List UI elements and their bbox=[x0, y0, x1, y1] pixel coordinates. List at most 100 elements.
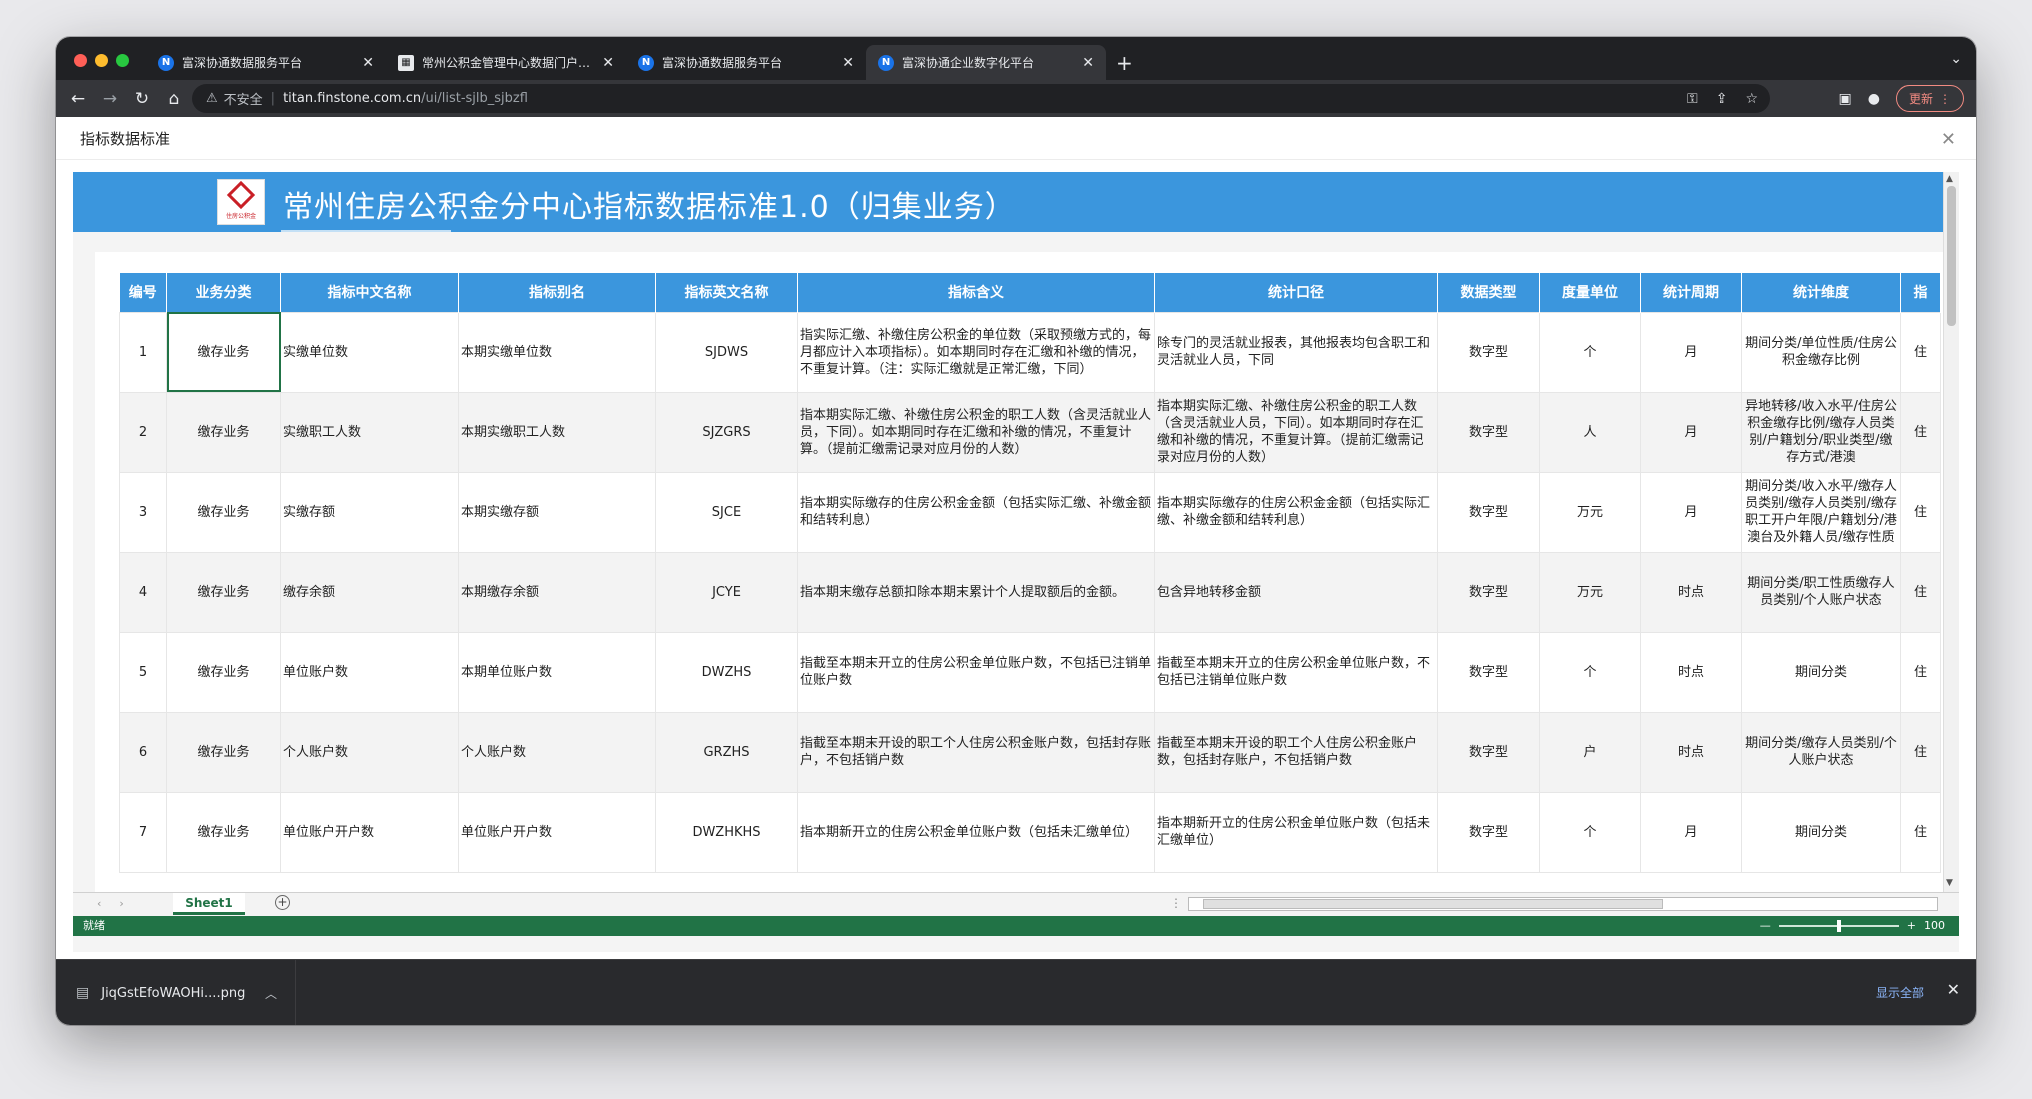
cell-extra[interactable]: 住 bbox=[1900, 471, 1941, 553]
sheet-prev-icon[interactable]: ‹ bbox=[97, 897, 119, 910]
cell-alias[interactable]: 本期实缴存额 bbox=[458, 471, 656, 553]
cell-dtype[interactable]: 数字型 bbox=[1437, 551, 1540, 633]
browser-tab[interactable]: N 富深协通企业数字化平台 ✕ bbox=[866, 45, 1106, 80]
cell-dimension[interactable]: 期间分类/收入水平/缴存人员类别/缴存人员类别/缴存职工开户年限/户籍划分/港澳… bbox=[1741, 471, 1901, 553]
cell-alias[interactable]: 个人账户数 bbox=[458, 711, 656, 793]
cell-caliber[interactable]: 指截至本期末开立的住房公积金单位账户数，不包括已注销单位账户数 bbox=[1154, 631, 1438, 713]
cell-meaning[interactable]: 指本期末缴存总额扣除本期末累计个人提取额后的金额。 bbox=[797, 551, 1155, 633]
close-window-button[interactable] bbox=[74, 54, 87, 67]
close-downloads-icon[interactable]: ✕ bbox=[1947, 980, 1960, 999]
update-button[interactable]: 更新 ⋮ bbox=[1895, 85, 1964, 112]
cell-category[interactable]: 缴存业务 bbox=[166, 471, 281, 553]
cell-en-name[interactable]: SJZGRS bbox=[655, 391, 798, 473]
cell-dtype[interactable]: 数字型 bbox=[1437, 791, 1540, 873]
cell-en-name[interactable]: GRZHS bbox=[655, 711, 798, 793]
cell-no[interactable]: 6 bbox=[119, 711, 167, 793]
cell-category[interactable]: 缴存业务 bbox=[166, 711, 281, 793]
cell-period[interactable]: 时点 bbox=[1640, 551, 1742, 633]
cell-dtype[interactable]: 数字型 bbox=[1437, 631, 1540, 713]
cell-extra[interactable]: 住 bbox=[1900, 711, 1941, 793]
cell-meaning[interactable]: 指本期新开立的住房公积金单位账户数（包括未汇缴单位） bbox=[797, 791, 1155, 873]
warning-icon[interactable]: ⚠ bbox=[206, 91, 218, 106]
cell-en-name[interactable]: JCYE bbox=[655, 551, 798, 633]
cell-dimension[interactable]: 异地转移/收入水平/住房公积金缴存比例/缴存人员类别/户籍划分/职业类型/缴存方… bbox=[1741, 391, 1901, 473]
cell-caliber[interactable]: 包含异地转移金额 bbox=[1154, 551, 1438, 633]
address-bar[interactable]: ⚠ 不安全 | titan.finstone.com.cn /ui/list-s… bbox=[192, 84, 1770, 113]
home-icon[interactable]: ⌂ bbox=[158, 89, 190, 109]
scroll-up-icon[interactable]: ▲ bbox=[1946, 174, 1953, 184]
close-tab-icon[interactable]: ✕ bbox=[842, 55, 854, 71]
close-tab-icon[interactable]: ✕ bbox=[1082, 55, 1094, 71]
cell-meaning[interactable]: 指实际汇缴、补缴住房公积金的单位数（采取预缴方式的，每月都应计入本项指标）。如本… bbox=[797, 311, 1155, 393]
cell-alias[interactable]: 本期单位账户数 bbox=[458, 631, 656, 713]
horizontal-scrollbar[interactable] bbox=[1188, 897, 1938, 911]
sheet-next-icon[interactable]: › bbox=[119, 897, 141, 910]
cell-cn-name[interactable]: 实缴职工人数 bbox=[280, 391, 459, 473]
cell-unit[interactable]: 万元 bbox=[1539, 551, 1641, 633]
download-item[interactable]: ▤ JiqGstEfoWAOHi....png ︿ bbox=[76, 960, 296, 1025]
split-handle-icon[interactable]: ⋮ bbox=[1170, 896, 1182, 910]
chevron-up-icon[interactable]: ︿ bbox=[265, 985, 277, 1002]
sheet-tab-sheet1[interactable]: Sheet1 bbox=[173, 893, 245, 915]
cell-extra[interactable]: 住 bbox=[1900, 791, 1941, 873]
cell-dimension[interactable]: 期间分类/缴存人员类别/个人账户状态 bbox=[1741, 711, 1901, 793]
cell-caliber[interactable]: 指截至本期末开设的职工个人住房公积金账户数，包括封存账户，不包括销户数 bbox=[1154, 711, 1438, 793]
cell-alias[interactable]: 单位账户开户数 bbox=[458, 791, 656, 873]
cell-dtype[interactable]: 数字型 bbox=[1437, 471, 1540, 553]
cell-cn-name[interactable]: 单位账户数 bbox=[280, 631, 459, 713]
cell-period[interactable]: 月 bbox=[1640, 311, 1742, 393]
cell-meaning[interactable]: 指截至本期末开立的住房公积金单位账户数，不包括已注销单位账户数 bbox=[797, 631, 1155, 713]
cell-unit[interactable]: 个 bbox=[1539, 631, 1641, 713]
cell-no[interactable]: 1 bbox=[119, 311, 167, 393]
cell-no[interactable]: 2 bbox=[119, 391, 167, 473]
cell-no[interactable]: 4 bbox=[119, 551, 167, 633]
add-sheet-icon[interactable]: + bbox=[275, 895, 290, 910]
cell-category[interactable]: 缴存业务 bbox=[166, 391, 281, 473]
cell-meaning[interactable]: 指本期实际汇缴、补缴住房公积金的职工人数（含灵活就业人员，下同）。如本期同时存在… bbox=[797, 391, 1155, 473]
cell-meaning[interactable]: 指截至本期末开设的职工个人住房公积金账户数，包括封存账户，不包括销户数 bbox=[797, 711, 1155, 793]
horizontal-scroll-thumb[interactable] bbox=[1203, 899, 1663, 909]
cell-unit[interactable]: 个 bbox=[1539, 311, 1641, 393]
cell-alias[interactable]: 本期缴存余额 bbox=[458, 551, 656, 633]
cell-period[interactable]: 时点 bbox=[1640, 711, 1742, 793]
scroll-down-icon[interactable]: ▼ bbox=[1946, 878, 1953, 888]
cell-period[interactable]: 月 bbox=[1640, 391, 1742, 473]
sidebar-icon[interactable]: ▣ bbox=[1839, 91, 1852, 107]
cell-unit[interactable]: 万元 bbox=[1539, 471, 1641, 553]
close-tab-icon[interactable]: ✕ bbox=[362, 55, 374, 71]
cell-alias[interactable]: 本期实缴职工人数 bbox=[458, 391, 656, 473]
cell-cn-name[interactable]: 实缴单位数 bbox=[280, 311, 459, 393]
new-tab-button[interactable]: + bbox=[1116, 51, 1133, 75]
vertical-scroll-thumb[interactable] bbox=[1947, 186, 1956, 326]
cell-no[interactable]: 5 bbox=[119, 631, 167, 713]
tab-search-chevron-icon[interactable]: ⌄ bbox=[1950, 51, 1962, 67]
cell-dimension[interactable]: 期间分类 bbox=[1741, 791, 1901, 873]
cell-dimension[interactable]: 期间分类/单位性质/住房公积金缴存比例 bbox=[1741, 311, 1901, 393]
cell-caliber[interactable]: 除专门的灵活就业报表，其他报表均包含职工和灵活就业人员，下同 bbox=[1154, 311, 1438, 393]
profile-icon[interactable]: ● bbox=[1868, 91, 1880, 107]
cell-en-name[interactable]: DWZHKHS bbox=[655, 791, 798, 873]
cell-caliber[interactable]: 指本期实际汇缴、补缴住房公积金的职工人数（含灵活就业人员，下同）。如本期同时存在… bbox=[1154, 391, 1438, 473]
cell-dtype[interactable]: 数字型 bbox=[1437, 711, 1540, 793]
zoom-slider[interactable] bbox=[1778, 920, 1899, 932]
cell-category[interactable]: 缴存业务 bbox=[166, 631, 281, 713]
cell-extra[interactable]: 住 bbox=[1900, 631, 1941, 713]
cell-dimension[interactable]: 期间分类/职工性质缴存人员类别/个人账户状态 bbox=[1741, 551, 1901, 633]
reload-icon[interactable]: ↻ bbox=[126, 89, 158, 109]
zoom-in-button[interactable]: + bbox=[1907, 916, 1916, 936]
cell-cn-name[interactable]: 单位账户开户数 bbox=[280, 791, 459, 873]
cell-unit[interactable]: 个 bbox=[1539, 791, 1641, 873]
cell-extra[interactable]: 住 bbox=[1900, 391, 1941, 473]
cell-unit[interactable]: 人 bbox=[1539, 391, 1641, 473]
bookmark-star-icon[interactable]: ☆ bbox=[1745, 91, 1758, 107]
sheet-grid[interactable]: 编号 业务分类 指标中文名称 指标别名 指标英文名称 指标含义 统计口径 数据类型 度量单位 统计… bbox=[95, 252, 1943, 892]
cell-no[interactable]: 3 bbox=[119, 471, 167, 553]
cell-alias[interactable]: 本期实缴单位数 bbox=[458, 311, 656, 393]
cell-category[interactable]: 缴存业务 bbox=[166, 311, 281, 393]
cell-extra[interactable]: 住 bbox=[1900, 551, 1941, 633]
sheet-nav-arrows[interactable]: ‹› bbox=[97, 897, 142, 910]
cell-no[interactable]: 7 bbox=[119, 791, 167, 873]
cell-cn-name[interactable]: 实缴存额 bbox=[280, 471, 459, 553]
cell-caliber[interactable]: 指本期实际缴存的住房公积金金额（包括实际汇缴、补缴金额和结转利息） bbox=[1154, 471, 1438, 553]
cell-period[interactable]: 月 bbox=[1640, 471, 1742, 553]
